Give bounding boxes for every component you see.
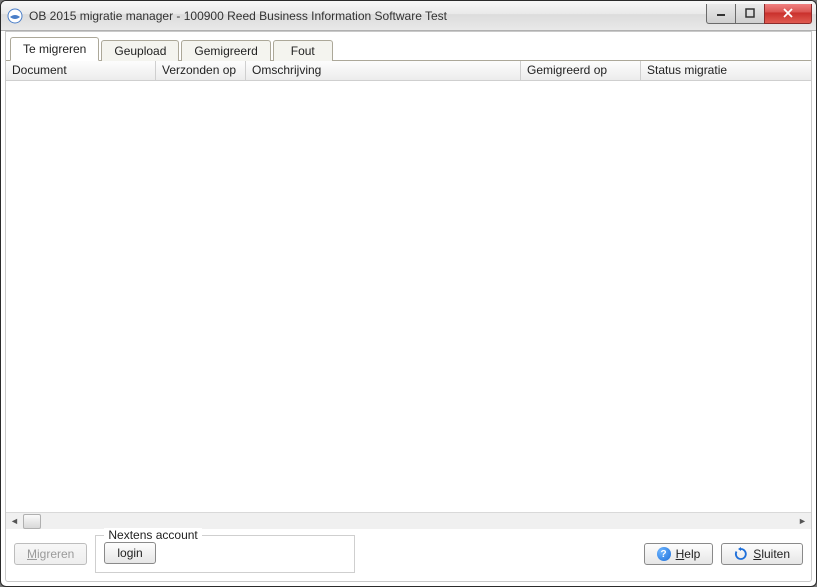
tab-fout[interactable]: Fout [273, 40, 333, 61]
column-header-verzonden-op[interactable]: Verzonden op [156, 61, 246, 80]
maximize-button[interactable] [735, 4, 765, 24]
list-view: Document Verzonden op Omschrijving Gemig… [6, 61, 811, 529]
nextens-account-group: Nextens account login [95, 535, 355, 573]
sluiten-button-label: Sluiten [753, 547, 790, 561]
tab-te-migreren[interactable]: Te migreren [10, 37, 99, 61]
window-controls [707, 4, 812, 24]
app-icon [7, 8, 23, 24]
refresh-icon [734, 547, 748, 561]
tab-label: Gemigreerd [194, 44, 257, 58]
list-header: Document Verzonden op Omschrijving Gemig… [6, 61, 811, 81]
maximize-icon [745, 8, 755, 18]
scroll-left-arrow-icon[interactable]: ◄ [6, 513, 23, 530]
tab-label: Te migreren [23, 42, 86, 56]
app-window: OB 2015 migratie manager - 100900 Reed B… [0, 0, 817, 587]
column-header-omschrijving[interactable]: Omschrijving [246, 61, 521, 80]
tab-label: Geupload [114, 44, 166, 58]
tab-strip: Te migreren Geupload Gemigreerd Fout [6, 32, 811, 61]
help-button[interactable]: ? Help [644, 543, 714, 565]
scrollbar-thumb[interactable] [23, 514, 41, 529]
login-button[interactable]: login [104, 542, 155, 564]
column-header-document[interactable]: Document [6, 61, 156, 80]
window-title: OB 2015 migratie manager - 100900 Reed B… [29, 9, 707, 23]
column-header-status-migratie[interactable]: Status migratie [641, 61, 811, 80]
tab-label: Fout [291, 44, 315, 58]
nextens-account-legend: Nextens account [104, 528, 201, 542]
tab-geupload[interactable]: Geupload [101, 40, 179, 61]
column-header-gemigreerd-op[interactable]: Gemigreerd op [521, 61, 641, 80]
bottom-bar: Migreren Nextens account login ? Help [6, 529, 811, 581]
migrate-button-label: Migreren [27, 547, 74, 561]
help-button-label: Help [676, 547, 701, 561]
help-icon: ? [657, 547, 671, 561]
close-window-button[interactable] [764, 4, 812, 24]
migrate-button: Migreren [14, 543, 87, 565]
minimize-icon [716, 8, 726, 18]
close-icon [782, 8, 794, 18]
minimize-button[interactable] [706, 4, 736, 24]
sluiten-button[interactable]: Sluiten [721, 543, 803, 565]
tab-gemigreerd[interactable]: Gemigreerd [181, 40, 270, 61]
horizontal-scrollbar[interactable]: ◄ ► [6, 512, 811, 529]
scrollbar-track[interactable] [23, 513, 794, 529]
list-body[interactable] [6, 81, 811, 512]
scroll-right-arrow-icon[interactable]: ► [794, 513, 811, 530]
title-bar[interactable]: OB 2015 migratie manager - 100900 Reed B… [1, 1, 816, 31]
client-area: Te migreren Geupload Gemigreerd Fout Doc… [5, 31, 812, 582]
login-button-label: login [117, 546, 142, 560]
